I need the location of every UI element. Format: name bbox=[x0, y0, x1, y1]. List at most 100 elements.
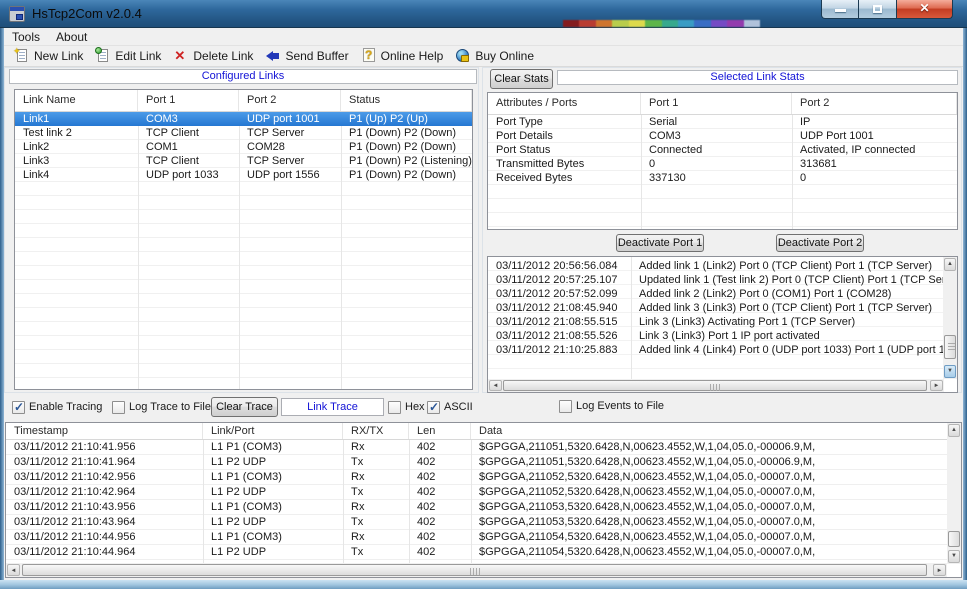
scroll-right-icon[interactable]: ► bbox=[930, 380, 943, 391]
trace-row[interactable]: 03/11/2012 21:10:42.964 L1 P2 UDP Tx 402… bbox=[6, 485, 961, 500]
column-header[interactable]: Attributes / Ports bbox=[488, 93, 641, 114]
close-button[interactable]: ✕ bbox=[897, 0, 953, 19]
minimize-button[interactable] bbox=[821, 0, 859, 19]
stat-row[interactable]: Port Status Connected Activated, IP conn… bbox=[488, 143, 957, 157]
scroll-left-icon[interactable]: ◄ bbox=[489, 380, 502, 391]
event-log-vscrollbar[interactable]: ▲ ▼ bbox=[943, 257, 957, 379]
column-header[interactable]: Port 1 bbox=[641, 93, 792, 114]
trace-row[interactable]: 03/11/2012 21:10:43.964 L1 P2 UDP Tx 402… bbox=[6, 515, 961, 530]
enable-tracing-label: Enable Tracing bbox=[29, 400, 102, 415]
stat-row[interactable]: Transmitted Bytes 0 313681 bbox=[488, 157, 957, 171]
send-buffer-icon bbox=[265, 48, 281, 64]
column-header[interactable]: Port 2 bbox=[792, 93, 957, 114]
trace-row[interactable]: 03/11/2012 21:10:42.956 L1 P1 (COM3) Rx … bbox=[6, 470, 961, 485]
link-stats-title: Selected Link Stats bbox=[557, 70, 958, 85]
trace-row[interactable]: 03/11/2012 21:10:41.956 L1 P1 (COM3) Rx … bbox=[6, 440, 961, 455]
event-log-hscrollbar[interactable]: ◄ ► bbox=[488, 379, 944, 392]
hex-label: Hex bbox=[405, 400, 425, 415]
stat-row[interactable]: Received Bytes 337130 0 bbox=[488, 171, 957, 185]
deactivate-port2-button[interactable]: Deactivate Port 2 bbox=[776, 234, 864, 252]
scroll-thumb[interactable] bbox=[948, 531, 960, 547]
column-header[interactable]: Port 1 bbox=[138, 90, 239, 111]
window-controls: ✕ bbox=[821, 0, 953, 19]
column-header[interactable]: Len bbox=[409, 423, 471, 439]
buy-online-icon bbox=[455, 48, 471, 64]
trace-row[interactable]: 03/11/2012 21:10:44.956 L1 P1 (COM3) Rx … bbox=[6, 530, 961, 545]
link-row[interactable]: Test link 2 TCP Client TCP Server P1 (Do… bbox=[15, 126, 472, 140]
trace-vscrollbar[interactable]: ▲ ▼ bbox=[947, 423, 961, 564]
scroll-down-icon[interactable]: ▼ bbox=[944, 365, 956, 378]
link-stats-table: Attributes / Ports Port 1 Port 2 Port Ty… bbox=[487, 92, 958, 230]
event-row[interactable]: 03/11/2012 21:08:45.940 Added link 3 (Li… bbox=[488, 301, 944, 315]
scroll-right-icon[interactable]: ► bbox=[933, 564, 946, 576]
event-row[interactable]: 03/11/2012 20:57:52.099 Added link 2 (Li… bbox=[488, 287, 944, 301]
log-events-checkbox[interactable] bbox=[559, 400, 572, 413]
configured-links-body: Link1 COM3 UDP port 1001 P1 (Up) P2 (Up)… bbox=[15, 112, 472, 390]
column-header[interactable]: Link Name bbox=[15, 90, 138, 111]
stat-row[interactable]: Port Details COM3 UDP Port 1001 bbox=[488, 129, 957, 143]
link-row[interactable]: Link2 COM1 COM28 P1 (Down) P2 (Down) bbox=[15, 140, 472, 154]
app-window: HsTcp2Com v2.0.4 ✕ Tools About ✦ New Lin… bbox=[0, 0, 967, 589]
event-row[interactable]: 03/11/2012 21:08:55.526 Link 3 (Link3) P… bbox=[488, 329, 944, 343]
buy-online-label: Buy Online bbox=[475, 49, 534, 63]
enable-tracing-checkbox[interactable] bbox=[12, 401, 25, 414]
maximize-icon bbox=[873, 5, 882, 13]
event-row[interactable]: 03/11/2012 21:08:55.515 Link 3 (Link3) A… bbox=[488, 315, 944, 329]
trace-table: Timestamp Link/Port RX/TX Len Data 03/11… bbox=[5, 422, 962, 578]
ascii-checkbox[interactable] bbox=[427, 401, 440, 414]
column-header[interactable]: RX/TX bbox=[343, 423, 409, 439]
edit-link-icon bbox=[95, 48, 111, 64]
clear-trace-button[interactable]: Clear Trace bbox=[211, 397, 278, 417]
deactivate-port1-button[interactable]: Deactivate Port 1 bbox=[616, 234, 704, 252]
delete-link-button[interactable]: ✕ Delete Link bbox=[169, 47, 261, 66]
event-row[interactable]: 03/11/2012 20:56:56.084 Added link 1 (Li… bbox=[488, 259, 944, 273]
delete-link-icon: ✕ bbox=[173, 48, 189, 64]
clear-stats-button[interactable]: Clear Stats bbox=[490, 69, 553, 89]
event-log-list: 03/11/2012 20:56:56.084 Added link 1 (Li… bbox=[487, 256, 958, 393]
online-help-button[interactable]: ? Online Help bbox=[357, 47, 452, 66]
buy-online-button[interactable]: Buy Online bbox=[451, 47, 542, 66]
trace-title: Link Trace bbox=[281, 398, 384, 416]
trace-row[interactable]: 03/11/2012 21:10:43.956 L1 P1 (COM3) Rx … bbox=[6, 500, 961, 515]
window-border-left bbox=[0, 28, 4, 589]
trace-hscrollbar[interactable]: ◄ ► bbox=[6, 563, 947, 577]
scroll-up-icon[interactable]: ▲ bbox=[944, 258, 956, 271]
scroll-thumb[interactable] bbox=[22, 564, 927, 576]
link-row[interactable]: Link1 COM3 UDP port 1001 P1 (Up) P2 (Up) bbox=[15, 112, 472, 126]
event-row[interactable]: 03/11/2012 20:57:25.107 Updated link 1 (… bbox=[488, 273, 944, 287]
minimize-icon bbox=[835, 9, 846, 12]
new-link-button[interactable]: ✦ New Link bbox=[10, 47, 91, 66]
scroll-up-icon[interactable]: ▲ bbox=[948, 424, 960, 437]
column-header[interactable]: Link/Port bbox=[203, 423, 343, 439]
close-icon: ✕ bbox=[897, 1, 952, 15]
configured-links-header: Link Name Port 1 Port 2 Status bbox=[15, 90, 472, 112]
edit-link-button[interactable]: Edit Link bbox=[91, 47, 169, 66]
maximize-button[interactable] bbox=[859, 0, 897, 19]
desktop-glass-reflection bbox=[563, 20, 760, 27]
trace-row[interactable]: 03/11/2012 21:10:44.964 L1 P2 UDP Tx 402… bbox=[6, 545, 961, 560]
link-row[interactable]: Link3 TCP Client TCP Server P1 (Down) P2… bbox=[15, 154, 472, 168]
column-header[interactable]: Status bbox=[341, 90, 472, 111]
column-header[interactable]: Timestamp bbox=[6, 423, 203, 439]
log-trace-checkbox[interactable] bbox=[112, 401, 125, 414]
configured-links-title: Configured Links bbox=[9, 69, 477, 84]
column-header[interactable]: Data bbox=[471, 423, 961, 439]
event-log-body: 03/11/2012 20:56:56.084 Added link 1 (Li… bbox=[488, 257, 944, 379]
scroll-left-icon[interactable]: ◄ bbox=[7, 564, 20, 576]
scroll-thumb[interactable] bbox=[944, 335, 956, 359]
menu-about[interactable]: About bbox=[48, 28, 95, 46]
column-header[interactable]: Port 2 bbox=[239, 90, 341, 111]
trace-row[interactable]: 03/11/2012 21:10:41.964 L1 P2 UDP Tx 402… bbox=[6, 455, 961, 470]
new-link-label: New Link bbox=[34, 49, 83, 63]
link-stats-header: Attributes / Ports Port 1 Port 2 bbox=[488, 93, 957, 115]
menu-tools[interactable]: Tools bbox=[4, 28, 48, 46]
scroll-down-icon[interactable]: ▼ bbox=[948, 550, 960, 563]
scroll-thumb[interactable] bbox=[503, 380, 927, 391]
stat-row[interactable]: Port Type Serial IP bbox=[488, 115, 957, 129]
configured-links-table: Link Name Port 1 Port 2 Status Link1 COM… bbox=[14, 89, 473, 390]
hex-checkbox[interactable] bbox=[388, 401, 401, 414]
link-stats-body: Port Type Serial IP Port Details COM3 UD… bbox=[488, 115, 957, 229]
event-row[interactable]: 03/11/2012 21:10:25.883 Added link 4 (Li… bbox=[488, 343, 944, 357]
send-buffer-button[interactable]: Send Buffer bbox=[261, 47, 356, 66]
link-row[interactable]: Link4 UDP port 1033 UDP port 1556 P1 (Do… bbox=[15, 168, 472, 182]
